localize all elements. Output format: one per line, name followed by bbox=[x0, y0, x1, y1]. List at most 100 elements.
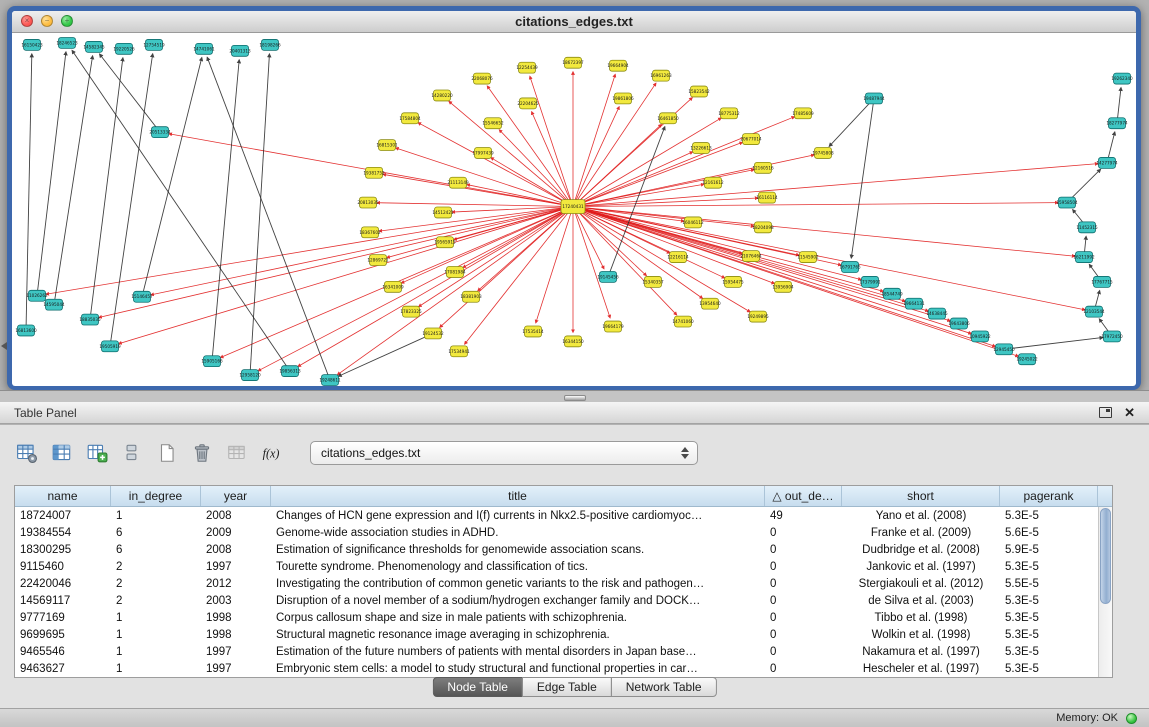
graph-node[interactable]: 19487944 bbox=[863, 93, 885, 104]
graph-node[interactable]: 18204098 bbox=[752, 222, 774, 233]
column-header-name[interactable]: name bbox=[15, 486, 111, 506]
graph-node[interactable]: 19245022 bbox=[1016, 354, 1038, 365]
graph-node[interactable]: 21113149 bbox=[447, 177, 469, 188]
graph-node[interactable]: 19262340 bbox=[1111, 73, 1133, 84]
table-row[interactable]: 2242004622012Investigating the contribut… bbox=[15, 575, 1112, 592]
window-titlebar[interactable]: × − + citations_edges.txt bbox=[12, 11, 1136, 33]
create-table-icon[interactable] bbox=[154, 440, 180, 466]
graph-node[interactable]: 14512421 bbox=[432, 207, 454, 218]
graph-node[interactable]: 15146457 bbox=[131, 291, 153, 302]
graph-node[interactable]: 17972450 bbox=[1101, 331, 1123, 342]
graph-node[interactable]: 15340357 bbox=[642, 276, 664, 287]
graph-node[interactable]: 19381752 bbox=[363, 167, 385, 178]
graph-node[interactable]: 17584804 bbox=[399, 113, 421, 124]
graph-node[interactable]: 20677014 bbox=[740, 134, 762, 145]
table-row[interactable]: 969969511998Structural magnetic resonanc… bbox=[15, 626, 1112, 643]
table-row[interactable]: 911546021997Tourette syndrome. Phenomeno… bbox=[15, 558, 1112, 575]
graph-node[interactable]: 19664131 bbox=[903, 298, 925, 309]
graph-node[interactable]: 12103544 bbox=[1083, 306, 1105, 317]
graph-node[interactable]: 14638445 bbox=[926, 308, 948, 319]
graph-node[interactable]: 19664904 bbox=[607, 60, 629, 71]
graph-node[interactable]: 15954475 bbox=[722, 276, 744, 287]
graph-node[interactable]: 19145456 bbox=[597, 271, 619, 282]
graph-node[interactable]: 18367602 bbox=[359, 227, 381, 238]
table-row[interactable]: 946554611997Estimation of the future num… bbox=[15, 643, 1112, 660]
graph-node[interactable]: 19861806 bbox=[612, 93, 634, 104]
edit-columns-icon[interactable] bbox=[84, 440, 110, 466]
graph-node[interactable]: 15958504 bbox=[1056, 197, 1078, 208]
traffic-light-minimize-icon[interactable]: − bbox=[41, 15, 53, 27]
graph-node[interactable]: 11545902 bbox=[797, 252, 819, 263]
graph-node[interactable]: 19505919 bbox=[99, 341, 121, 352]
column-header-year[interactable]: year bbox=[201, 486, 271, 506]
import-table-icon[interactable] bbox=[224, 440, 250, 466]
graph-node[interactable]: 19664179 bbox=[602, 321, 624, 332]
graph-node[interactable]: 14582345 bbox=[83, 41, 105, 52]
network-view-window[interactable]: × − + citations_edges.txt 17240431186723… bbox=[7, 6, 1141, 390]
column-header-pagerank[interactable]: pagerank bbox=[1000, 486, 1098, 506]
graph-node[interactable]: 16813600 bbox=[15, 325, 37, 336]
traffic-light-close-icon[interactable]: × bbox=[21, 15, 33, 27]
select-columns-icon[interactable] bbox=[49, 440, 75, 466]
graph-node[interactable]: 16815301 bbox=[376, 140, 398, 151]
graph-node[interactable]: 18246523 bbox=[56, 37, 78, 48]
graph-node[interactable]: 17081984 bbox=[444, 267, 466, 278]
graph-node[interactable]: 16211992 bbox=[1073, 252, 1095, 263]
graph-node[interactable]: 17823325 bbox=[400, 306, 422, 317]
graph-node[interactable]: 22204625 bbox=[517, 98, 539, 109]
graph-node[interactable]: 18544749 bbox=[881, 288, 903, 299]
table-settings-icon[interactable] bbox=[14, 440, 40, 466]
table-row[interactable]: 1830029562008Estimation of significance … bbox=[15, 541, 1112, 558]
graph-node[interactable]: 12161612 bbox=[702, 177, 724, 188]
graph-node[interactable]: 12945450 bbox=[993, 344, 1015, 355]
graph-node[interactable]: 19248611 bbox=[319, 375, 341, 386]
table-row[interactable]: 977716911998Corpus callosum shape and si… bbox=[15, 609, 1112, 626]
column-header-in-degree[interactable]: in_degree bbox=[111, 486, 201, 506]
graph-node[interactable]: 17997439 bbox=[472, 148, 494, 159]
graph-node[interactable]: 16046112 bbox=[682, 217, 704, 228]
close-panel-icon[interactable]: ✕ bbox=[1124, 406, 1135, 419]
graph-node[interactable]: 18775312 bbox=[718, 108, 740, 119]
column-header-short[interactable]: short bbox=[842, 486, 1000, 506]
row-height-icon[interactable] bbox=[119, 440, 145, 466]
graph-node[interactable]: 11026262 bbox=[26, 290, 48, 301]
graph-node[interactable]: 16461850 bbox=[657, 113, 679, 124]
graph-node[interactable]: 16791765 bbox=[839, 262, 861, 273]
graph-node[interactable]: 16961263 bbox=[650, 70, 672, 81]
table-row[interactable]: 1872400712008Changes of HCN gene express… bbox=[15, 507, 1112, 524]
graph-node[interactable]: 19643806 bbox=[948, 318, 970, 329]
graph-node[interactable]: 19220526 bbox=[113, 43, 135, 54]
float-panel-icon[interactable] bbox=[1099, 407, 1112, 418]
tab-node-table[interactable]: Node Table bbox=[432, 677, 523, 697]
graph-node[interactable]: 12754519 bbox=[143, 39, 165, 50]
tab-edge-table[interactable]: Edge Table bbox=[522, 677, 612, 697]
table-row[interactable]: 1456911722003Disruption of a novel membe… bbox=[15, 592, 1112, 609]
graph-node[interactable]: 19124532 bbox=[422, 328, 444, 339]
graph-node[interactable]: 15546652 bbox=[482, 118, 504, 129]
graph-node[interactable]: 19565915 bbox=[434, 237, 456, 248]
graph-node[interactable]: 18672397 bbox=[562, 57, 584, 68]
graph-node[interactable]: 15905166 bbox=[201, 356, 223, 367]
graph-node[interactable]: 17535414 bbox=[522, 326, 544, 337]
graph-node[interactable]: 18277974 bbox=[1106, 118, 1128, 129]
column-header-title[interactable]: title bbox=[271, 486, 765, 506]
graph-node[interactable]: 13956904 bbox=[772, 281, 794, 292]
graph-node[interactable]: 12958120 bbox=[239, 370, 261, 381]
divider-grip[interactable] bbox=[564, 395, 586, 401]
graph-node[interactable]: 12254439 bbox=[516, 62, 538, 73]
network-graph[interactable]: 1724043118672397122544392206807614280220… bbox=[12, 33, 1136, 386]
graph-node[interactable]: 13226613 bbox=[690, 143, 712, 154]
graph-node[interactable]: 18381903 bbox=[460, 291, 482, 302]
column-header-out-de-[interactable]: △ out_de… bbox=[765, 486, 842, 506]
table-row[interactable]: 1938455462009Genome-wide association stu… bbox=[15, 524, 1112, 541]
graph-node[interactable]: 11452315 bbox=[1076, 222, 1098, 233]
delete-table-icon[interactable] bbox=[189, 440, 215, 466]
graph-node[interactable]: 20813035 bbox=[357, 197, 379, 208]
graph-node[interactable]: 22068076 bbox=[471, 73, 493, 84]
tab-network-table[interactable]: Network Table bbox=[611, 677, 717, 697]
graph-node[interactable]: 16116114 bbox=[756, 192, 778, 203]
table-vertical-scrollbar[interactable] bbox=[1098, 507, 1112, 677]
function-builder-icon[interactable]: f(x) bbox=[259, 440, 285, 466]
graph-node[interactable]: 14741061 bbox=[193, 43, 215, 54]
graph-node[interactable]: 12160516 bbox=[752, 162, 774, 173]
